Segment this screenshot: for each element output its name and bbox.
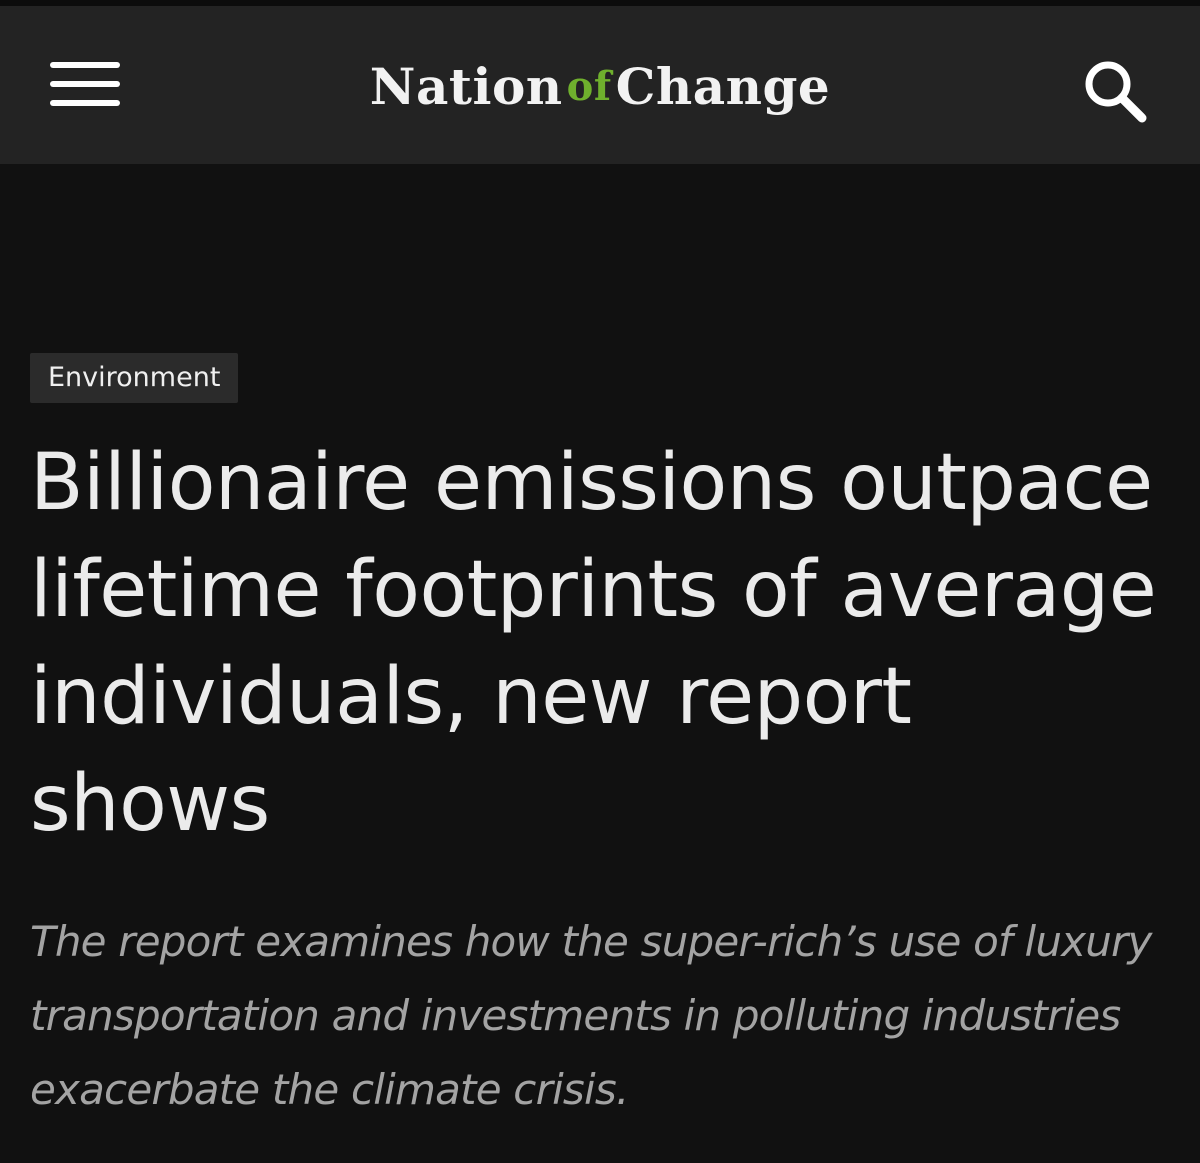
article-subtitle: The report examines how the super-rich’s…: [30, 917, 1152, 1114]
menu-button[interactable]: [50, 58, 122, 114]
article-title: Billionaire emissions outpace lifetime f…: [30, 438, 1157, 849]
logo-text-change: Change: [615, 56, 831, 116]
site-header: Nation of Change: [0, 6, 1200, 164]
search-icon: [1085, 61, 1147, 123]
search-button[interactable]: [1080, 56, 1150, 126]
logo-text-nation: Nation: [369, 56, 563, 116]
site-logo[interactable]: Nation of Change: [370, 46, 830, 126]
category-badge[interactable]: Environment: [30, 353, 239, 403]
logo-text-of: of: [566, 62, 612, 110]
